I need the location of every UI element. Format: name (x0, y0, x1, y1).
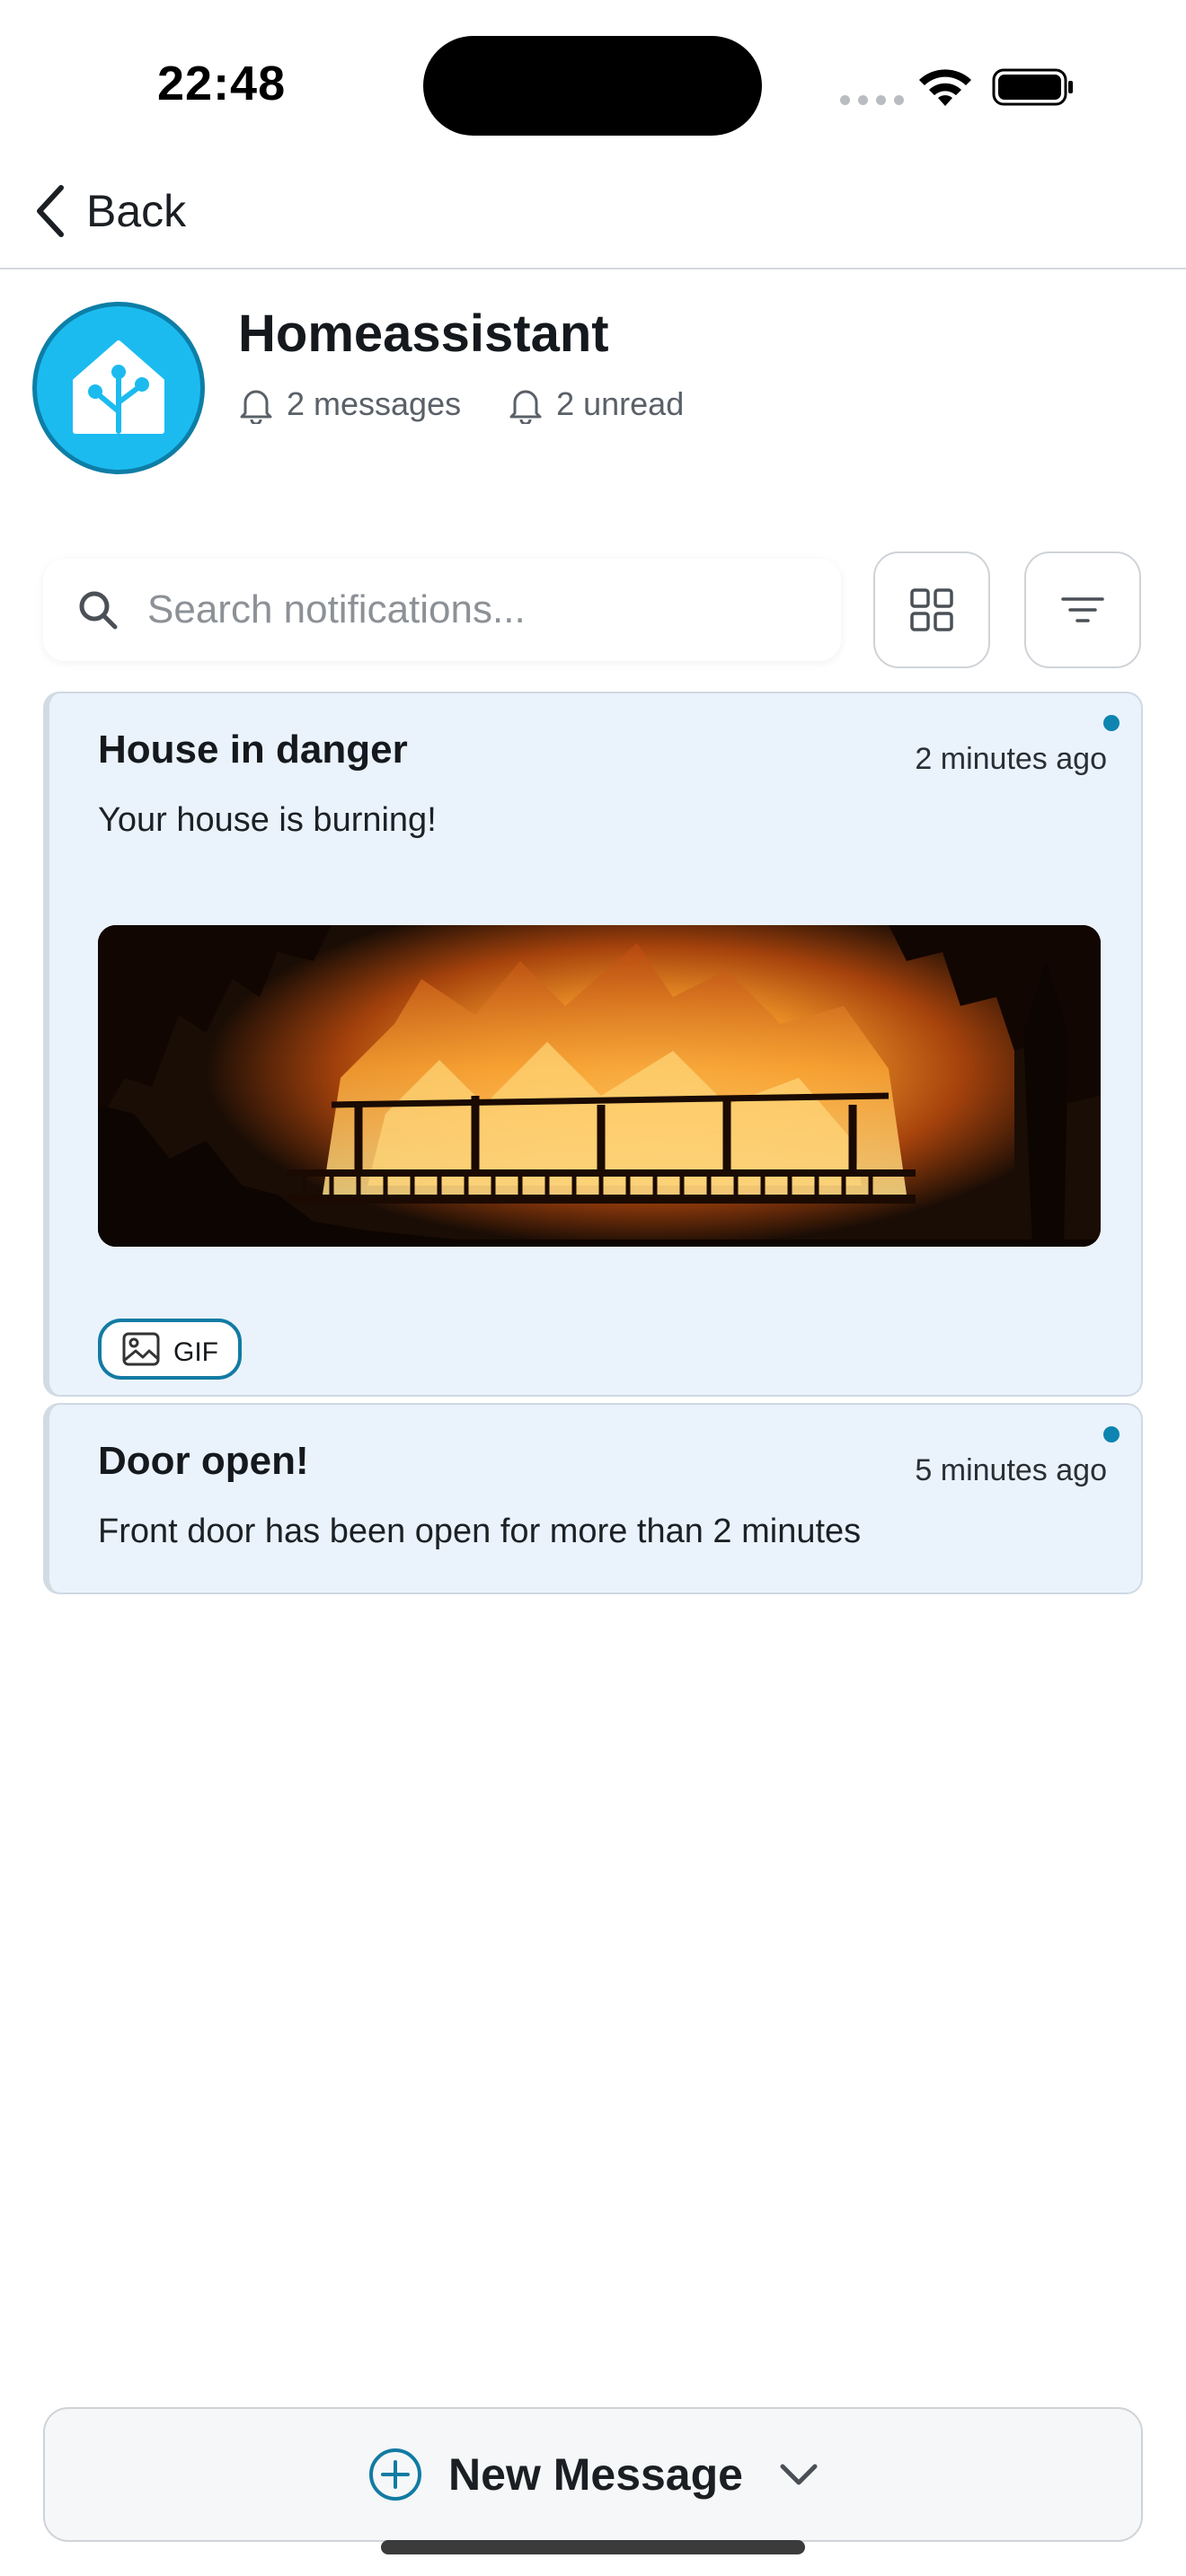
bell-icon (509, 390, 542, 424)
search-icon (79, 591, 118, 630)
messages-count: 2 messages (287, 385, 462, 422)
burning-house-image (98, 925, 1101, 1247)
back-label: Back (86, 186, 187, 236)
notification-card[interactable]: Door open! 5 minutes ago Front door has … (43, 1403, 1143, 1594)
image-icon (122, 1332, 160, 1366)
notification-body: Front door has been open for more than 2… (98, 1513, 862, 1550)
wifi-icon (919, 69, 971, 106)
chevron-left-icon (37, 185, 64, 237)
notification-image[interactable] (98, 925, 1101, 1247)
notification-title: House in danger (98, 728, 408, 772)
notification-time: 2 minutes ago (915, 742, 1107, 776)
search-bar[interactable] (43, 559, 841, 661)
home-assistant-logo-icon (73, 340, 164, 434)
chevron-down-icon (780, 2464, 818, 2485)
cellular-signal-icon (840, 95, 904, 105)
grid-icon (910, 588, 953, 631)
attachment-label: GIF (173, 1337, 218, 1367)
notification-title: Door open! (98, 1439, 309, 1483)
new-message-button[interactable]: New Message (43, 2407, 1143, 2542)
notification-card[interactable]: House in danger 2 minutes ago Your house… (43, 692, 1143, 1397)
filter-icon (1061, 597, 1104, 622)
grid-view-button[interactable] (873, 551, 990, 668)
status-bar: 22:48 (0, 0, 1186, 171)
new-message-label: New Message (448, 2449, 743, 2500)
notification-body: Your house is burning! (98, 801, 437, 839)
filter-button[interactable] (1024, 551, 1141, 668)
messages-stat: 2 messages (238, 384, 461, 424)
battery-icon (992, 68, 1073, 106)
plus-circle-icon (369, 2448, 422, 2501)
search-input[interactable] (147, 587, 830, 632)
dynamic-island (423, 36, 762, 136)
bell-icon (240, 390, 272, 424)
stats-row: 2 messages 2 unread (238, 384, 730, 424)
home-indicator (381, 2540, 805, 2554)
status-time: 22:48 (157, 57, 287, 110)
unread-stat: 2 unread (508, 384, 684, 424)
app-avatar (32, 302, 205, 474)
gif-attachment-badge[interactable]: GIF (98, 1319, 242, 1380)
unread-indicator (1103, 715, 1120, 731)
page-title: Homeassistant (238, 304, 609, 363)
notification-time: 5 minutes ago (915, 1453, 1107, 1487)
back-button[interactable]: Back (32, 180, 186, 243)
unread-count: 2 unread (556, 385, 685, 422)
unread-indicator (1103, 1426, 1120, 1442)
